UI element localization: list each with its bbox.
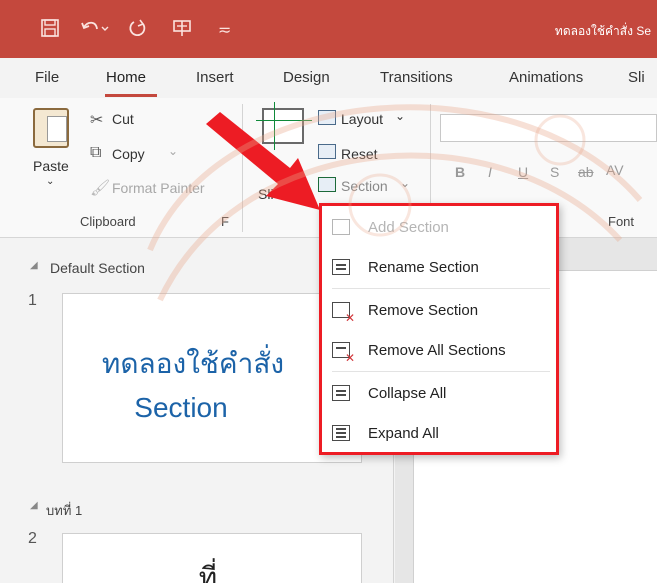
tab-home[interactable]: Home — [106, 69, 146, 86]
section-header-default[interactable]: Default Section — [50, 260, 145, 276]
layout-button[interactable]: Layout — [341, 111, 383, 127]
section-button[interactable]: Section — [341, 178, 388, 194]
format-painter-icon: 🖌 — [90, 180, 111, 197]
collapse-section-icon[interactable]: ◢ — [30, 500, 38, 511]
section-header-chapter-1[interactable]: บทที่ 1 — [46, 500, 82, 521]
collapse-all-icon — [332, 385, 350, 401]
copy-button[interactable]: Copy — [112, 146, 145, 162]
customize-qat-icon[interactable]: ≂ — [218, 20, 231, 42]
thumb-title: ที่ — [198, 562, 218, 583]
active-tab-indicator — [105, 94, 157, 97]
menu-item-expand-all[interactable]: Expand All — [322, 414, 556, 454]
menu-item-remove-section[interactable]: ✕ Remove Section — [322, 291, 556, 331]
remove-all-sections-icon: ✕ — [332, 342, 355, 364]
undo-icon[interactable] — [80, 18, 110, 42]
menu-separator — [332, 371, 550, 372]
thumb-subtitle: Section — [134, 392, 228, 423]
copy-dropdown-chevron-icon[interactable]: ⌄ — [168, 144, 178, 158]
menu-item-collapse-all[interactable]: Collapse All — [322, 374, 556, 414]
slide-number: 1 — [28, 292, 37, 309]
menu-label: Remove All Sections — [368, 342, 506, 359]
rename-section-icon — [332, 259, 350, 275]
save-icon[interactable] — [40, 18, 60, 42]
menu-separator — [332, 288, 550, 289]
font-name-box[interactable] — [440, 114, 657, 142]
italic-button[interactable]: I — [488, 164, 492, 180]
format-painter-button[interactable]: Format Painter — [112, 180, 205, 196]
redo-icon[interactable] — [128, 18, 150, 42]
section-chevron-icon[interactable]: ⌄ — [400, 176, 410, 190]
expand-all-icon — [332, 425, 350, 441]
font-group-label: Font — [608, 214, 635, 229]
strikethrough-button[interactable]: ab — [578, 164, 594, 180]
copy-icon: ⧉ — [90, 144, 102, 161]
tab-insert[interactable]: Insert — [196, 69, 234, 86]
menu-item-rename-section[interactable]: Rename Section — [322, 248, 556, 288]
tab-transitions[interactable]: Transitions — [380, 69, 453, 86]
collapse-section-icon[interactable]: ◢ — [30, 260, 38, 271]
reset-button[interactable]: Reset — [341, 146, 378, 162]
menu-label: Rename Section — [368, 259, 479, 276]
menu-label: Expand All — [368, 425, 439, 442]
slide-thumbnail-1[interactable]: ทดลองใช้คำสั่ง Section — [62, 293, 362, 463]
menu-label: Remove Section — [368, 302, 479, 319]
menu-item-add-section[interactable]: Add Section — [322, 208, 556, 248]
clipboard-group-label: Clipboard — [80, 214, 136, 229]
add-section-icon — [332, 219, 350, 235]
tab-slideshow[interactable]: Sli — [628, 69, 645, 86]
menu-label: Collapse All — [368, 385, 447, 402]
paste-button[interactable]: Paste — [33, 158, 69, 174]
char-spacing-button[interactable]: AV — [606, 162, 624, 178]
document-title: ทดลองใช้คำสั่ง Se — [554, 24, 651, 38]
tab-animations[interactable]: Animations — [509, 69, 583, 86]
cut-icon: ✂ — [90, 112, 104, 129]
presenter-icon[interactable] — [172, 18, 192, 42]
powerpoint-window: ≂ ทดลองใช้คำสั่ง Se File Home Insert Des… — [0, 0, 657, 583]
paste-dropdown-chevron-icon[interactable]: ⌄ — [46, 176, 54, 187]
annotation-arrow-icon — [206, 112, 320, 210]
cut-button[interactable]: Cut — [112, 111, 134, 127]
paste-icon[interactable] — [33, 108, 69, 148]
slide-thumbnail-2[interactable]: ที่ — [62, 533, 362, 583]
menu-item-remove-all-sections[interactable]: ✕ Remove All Sections — [322, 331, 556, 371]
section-dropdown-menu: Add Section Rename Section ✕ Remove Sect… — [319, 203, 559, 455]
slide-number: 2 — [28, 530, 37, 547]
tab-file[interactable]: File — [35, 69, 59, 86]
bold-button[interactable]: B — [455, 164, 465, 180]
tab-design[interactable]: Design — [283, 69, 330, 86]
remove-section-icon: ✕ — [332, 302, 355, 324]
title-bar: ≂ ทดลองใช้คำสั่ง Se — [0, 0, 657, 58]
underline-button[interactable]: U — [518, 164, 528, 180]
menu-label: Add Section — [368, 219, 449, 236]
layout-chevron-icon[interactable]: ⌄ — [395, 109, 405, 123]
shadow-button[interactable]: S — [550, 164, 559, 180]
ribbon-tabs: File Home Insert Design Transitions Anim… — [0, 58, 657, 98]
thumb-title: ทดลองใช้คำสั่ง — [101, 348, 285, 379]
